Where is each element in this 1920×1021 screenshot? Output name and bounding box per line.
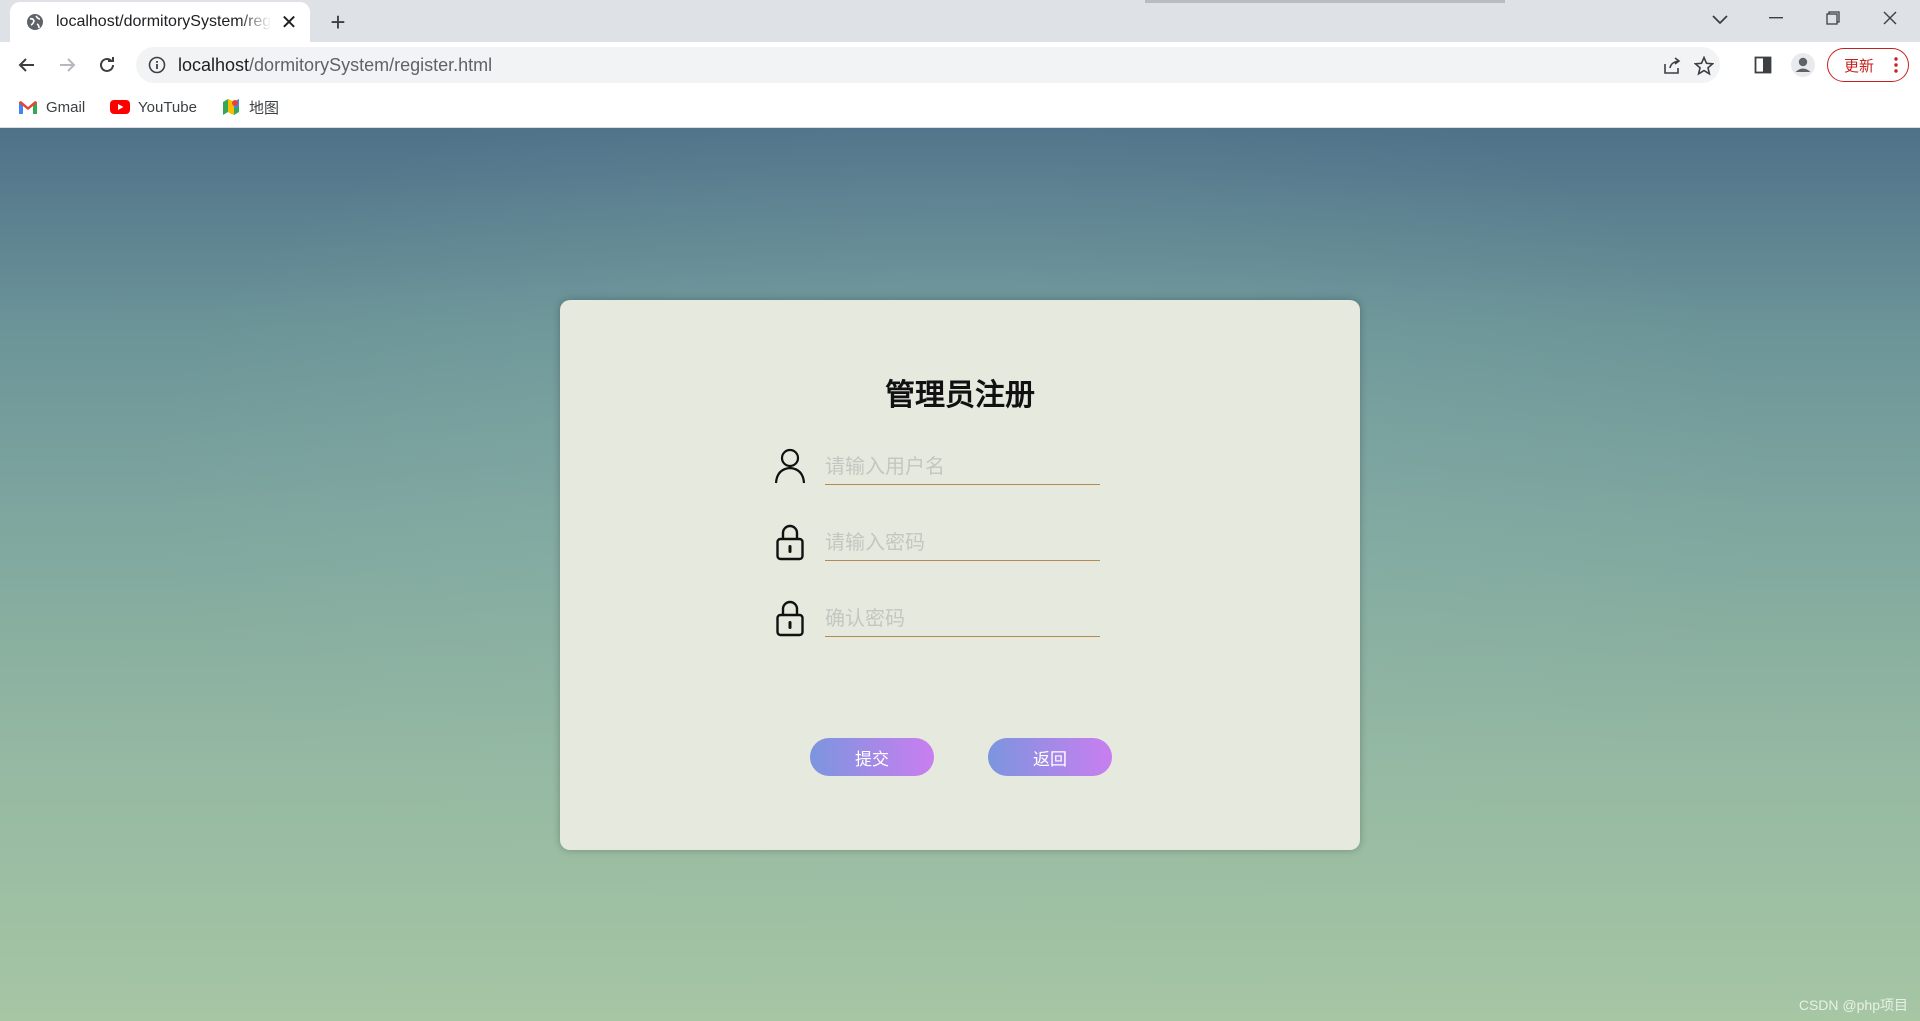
url-path: /dormitorySystem/register.html xyxy=(249,55,493,75)
lock-icon xyxy=(772,598,808,638)
restore-button[interactable] xyxy=(1805,0,1861,36)
bookmarks-bar: Gmail YouTube 地图 xyxy=(0,88,1920,128)
lock-icon xyxy=(772,522,808,562)
confirm-password-row xyxy=(772,592,1112,642)
register-card: 管理员注册 请输入用户名 提交 返回 xyxy=(560,300,1360,850)
browser-window: localhost/dormitorySystem/register.html … xyxy=(0,0,1920,1021)
bookmark-gmail-label: Gmail xyxy=(46,98,86,116)
bookmark-youtube[interactable]: YouTube xyxy=(110,94,197,120)
tab-search-chevron-icon[interactable] xyxy=(1706,6,1734,34)
update-label: 更新 xyxy=(1844,57,1875,75)
reload-icon[interactable] xyxy=(91,49,123,81)
watermark: CSDN @php项目 xyxy=(1798,997,1908,1013)
bookmark-youtube-label: YouTube xyxy=(138,98,197,116)
bookmark-star-icon[interactable] xyxy=(1694,56,1714,76)
new-tab-button[interactable]: + xyxy=(324,7,352,37)
url-host: localhost xyxy=(178,55,250,75)
back-arrow-icon[interactable] xyxy=(11,49,43,81)
back-button[interactable]: 返回 xyxy=(988,738,1112,776)
submit-button[interactable]: 提交 xyxy=(810,738,934,776)
minimize-button[interactable] xyxy=(1748,0,1804,36)
gmail-icon xyxy=(18,99,38,115)
site-info-icon[interactable] xyxy=(148,56,166,74)
window-edge-shadow xyxy=(1145,0,1505,3)
bookmark-maps-label: 地图 xyxy=(249,99,280,117)
confirm-password-input[interactable] xyxy=(825,600,1100,637)
close-tab-icon[interactable]: ✕ xyxy=(277,10,301,34)
side-panel-icon[interactable] xyxy=(1749,51,1777,79)
tab-title: localhost/dormitorySystem/register.html xyxy=(56,13,271,30)
share-icon[interactable] xyxy=(1662,56,1682,76)
globe-icon xyxy=(26,13,44,31)
close-window-button[interactable] xyxy=(1862,0,1918,36)
username-row xyxy=(772,440,1112,490)
browser-toolbar: localhost/dormitorySystem/register.html … xyxy=(0,42,1920,88)
maps-icon xyxy=(221,99,241,115)
password-input[interactable] xyxy=(825,524,1100,561)
address-bar[interactable]: localhost/dormitorySystem/register.html xyxy=(136,47,1720,83)
password-row xyxy=(772,516,1112,566)
browser-tab[interactable]: localhost/dormitorySystem/register.html … xyxy=(10,2,310,42)
menu-dots-icon[interactable] xyxy=(1894,57,1898,77)
update-button[interactable]: 更新 xyxy=(1827,48,1909,82)
forward-arrow-icon[interactable] xyxy=(51,49,83,81)
page-content: 管理员注册 请输入用户名 提交 返回 CSDN @php项目 xyxy=(0,128,1920,1021)
tab-strip: localhost/dormitorySystem/register.html … xyxy=(0,0,1920,42)
url-text: localhost/dormitorySystem/register.html xyxy=(178,55,492,76)
user-icon xyxy=(772,446,808,486)
page-title: 管理员注册 xyxy=(885,378,1035,413)
bookmark-gmail[interactable]: Gmail xyxy=(18,94,85,120)
profile-avatar-icon[interactable] xyxy=(1789,51,1817,79)
youtube-icon xyxy=(110,99,130,115)
username-input[interactable] xyxy=(825,448,1100,485)
bookmark-maps[interactable]: 地图 xyxy=(221,94,279,120)
